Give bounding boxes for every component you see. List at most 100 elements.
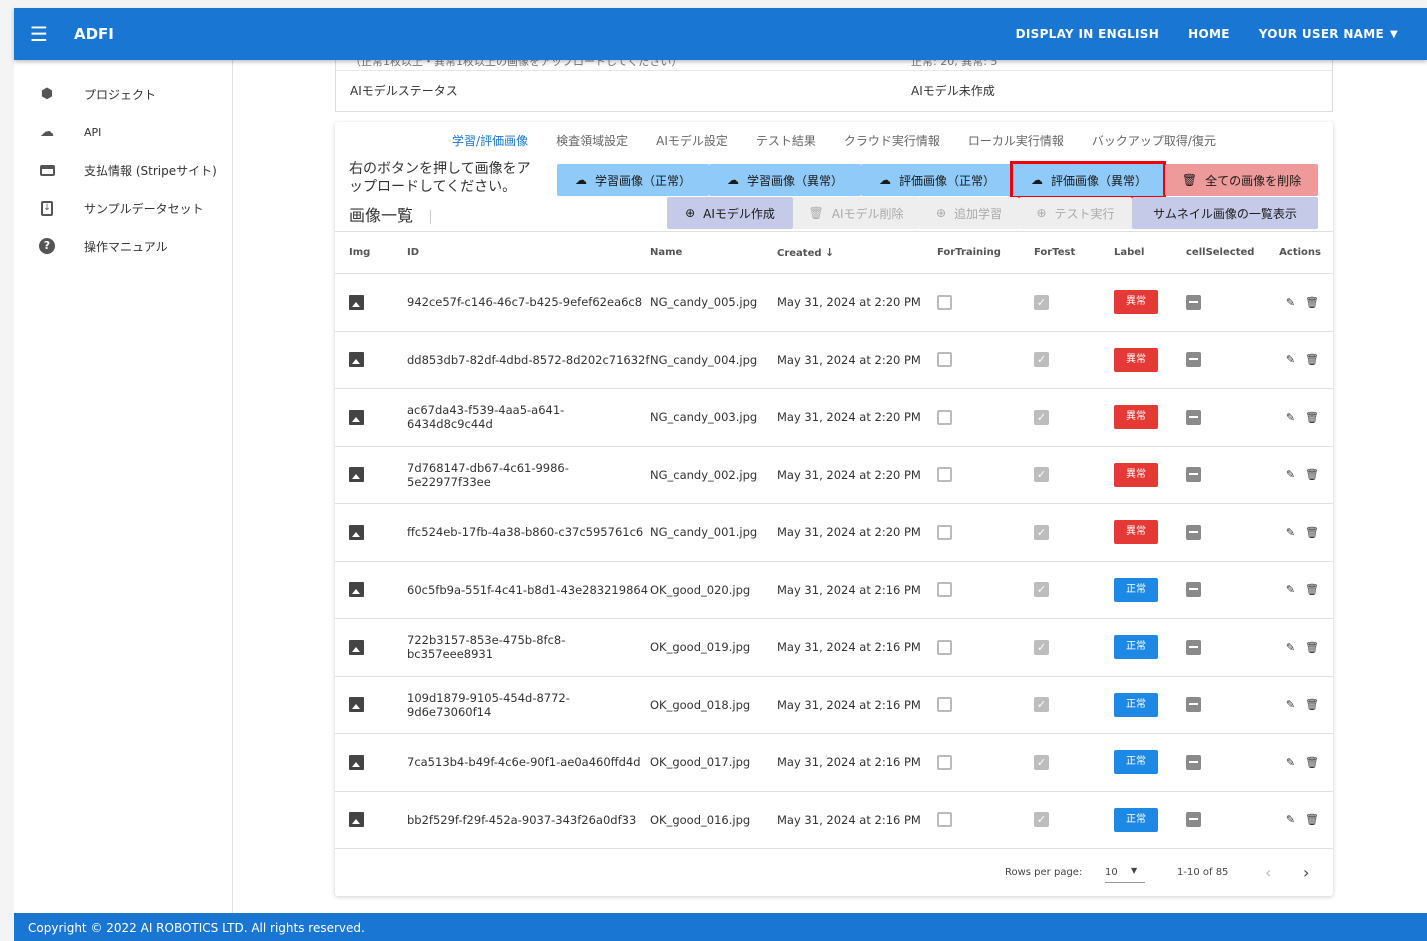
image-icon[interactable] [349, 639, 364, 655]
app-title[interactable]: ADFI [74, 25, 114, 43]
edit-icon[interactable]: ✎ [1286, 583, 1295, 596]
image-icon[interactable] [349, 524, 364, 540]
user-menu[interactable]: YOUR USER NAME ▼ [1259, 27, 1398, 41]
delete-icon[interactable]: 🗑 [1305, 468, 1319, 481]
cell-selected-checkbox[interactable] [1186, 754, 1201, 770]
tab-inspection-area[interactable]: 検査領域設定 [556, 132, 628, 149]
for-test-checkbox[interactable]: ✓ [1034, 524, 1049, 540]
cell-selected-checkbox[interactable] [1186, 467, 1201, 483]
for-training-checkbox[interactable] [937, 294, 952, 310]
tab-training-eval-images[interactable]: 学習/評価画像 [452, 132, 528, 149]
sidebar-item-project[interactable]: ⬢ プロジェクト [14, 75, 232, 113]
upload-eval-normal-button[interactable]: ☁ 評価画像（正常） [861, 164, 1013, 196]
for-training-checkbox[interactable] [937, 582, 952, 598]
table-row[interactable]: 7d768147-db67-4c61-9986-5e22977f33ee NG_c… [335, 446, 1333, 504]
display-english-link[interactable]: DISPLAY IN ENGLISH [1016, 27, 1160, 41]
tab-cloud-execution[interactable]: クラウド実行情報 [844, 132, 940, 149]
for-test-checkbox[interactable]: ✓ [1034, 352, 1049, 368]
sidebar-item-sample-dataset[interactable]: ↓ サンプルデータセット [14, 189, 232, 227]
edit-icon[interactable]: ✎ [1286, 468, 1295, 481]
table-row[interactable]: 109d1879-9105-454d-8772-9d6e73060f14 OK_g… [335, 676, 1333, 734]
tab-test-results[interactable]: テスト結果 [756, 132, 816, 149]
cell-selected-checkbox[interactable] [1186, 582, 1201, 598]
delete-icon[interactable]: 🗑 [1305, 756, 1319, 769]
col-for-test[interactable]: ForTest [1034, 231, 1114, 274]
for-training-checkbox[interactable] [937, 697, 952, 713]
for-training-checkbox[interactable] [937, 524, 952, 540]
delete-icon[interactable]: 🗑 [1305, 526, 1319, 539]
cell-selected-checkbox[interactable] [1186, 409, 1201, 425]
cell-selected-checkbox[interactable] [1186, 294, 1201, 310]
for-training-checkbox[interactable] [937, 639, 952, 655]
image-icon[interactable] [349, 352, 364, 368]
for-training-checkbox[interactable] [937, 409, 952, 425]
table-row[interactable]: 722b3157-853e-475b-8fc8-bc357eee8931 OK_g… [335, 618, 1333, 677]
edit-icon[interactable]: ✎ [1286, 756, 1295, 769]
col-label[interactable]: Label [1114, 231, 1186, 274]
for-test-checkbox[interactable]: ✓ [1034, 697, 1049, 713]
col-name[interactable]: Name [650, 231, 777, 274]
image-icon[interactable] [349, 409, 364, 425]
cell-selected-checkbox[interactable] [1186, 812, 1201, 828]
image-icon[interactable] [349, 294, 364, 310]
upload-train-normal-button[interactable]: ☁ 学習画像（正常） [557, 164, 709, 196]
edit-icon[interactable]: ✎ [1286, 526, 1295, 539]
cell-selected-checkbox[interactable] [1186, 697, 1201, 713]
edit-icon[interactable]: ✎ [1286, 698, 1295, 711]
create-ai-model-button[interactable]: ⊕ AIモデル作成 [667, 197, 793, 229]
for-training-checkbox[interactable] [937, 754, 952, 770]
edit-icon[interactable]: ✎ [1286, 411, 1295, 424]
sidebar-item-payment[interactable]: 支払情報 (Stripeサイト) [14, 151, 232, 189]
sidebar-item-manual[interactable]: ? 操作マニュアル [14, 227, 232, 265]
thumbnail-list-button[interactable]: サムネイル画像の一覧表示 [1132, 197, 1318, 229]
delete-icon[interactable]: 🗑 [1305, 411, 1319, 424]
for-training-checkbox[interactable] [937, 467, 952, 483]
image-icon[interactable] [349, 754, 364, 770]
for-test-checkbox[interactable]: ✓ [1034, 582, 1049, 598]
col-cell-selected[interactable]: cellSelected [1186, 231, 1271, 274]
home-link[interactable]: HOME [1188, 27, 1230, 41]
edit-icon[interactable]: ✎ [1286, 641, 1295, 654]
for-training-checkbox[interactable] [937, 812, 952, 828]
for-test-checkbox[interactable]: ✓ [1034, 812, 1049, 828]
image-icon[interactable] [349, 467, 364, 483]
table-row[interactable]: 942ce57f-c146-46c7-b425-9efef62ea6c8 NG_c… [335, 273, 1333, 332]
edit-icon[interactable]: ✎ [1286, 353, 1295, 366]
table-row[interactable]: dd853db7-82df-4dbd-8572-8d202c71632f NG_c… [335, 331, 1333, 389]
for-test-checkbox[interactable]: ✓ [1034, 639, 1049, 655]
col-id[interactable]: ID [395, 231, 650, 274]
delete-icon[interactable]: 🗑 [1305, 296, 1319, 309]
delete-icon[interactable]: 🗑 [1305, 353, 1319, 366]
delete-icon[interactable]: 🗑 [1305, 698, 1319, 711]
table-row[interactable]: 7ca513b4-b49f-4c6e-90f1-ae0a460ffd4d OK_g… [335, 733, 1333, 792]
edit-icon[interactable]: ✎ [1286, 813, 1295, 826]
cell-selected-checkbox[interactable] [1186, 352, 1201, 368]
col-created[interactable]: Created ↓ [777, 231, 937, 274]
image-icon[interactable] [349, 812, 364, 828]
cell-selected-checkbox[interactable] [1186, 524, 1201, 540]
tab-ai-model-settings[interactable]: AIモデル設定 [656, 132, 728, 149]
delete-all-images-button[interactable]: 🗑 全ての画像を削除 [1165, 164, 1318, 196]
for-test-checkbox[interactable]: ✓ [1034, 467, 1049, 483]
delete-icon[interactable]: 🗑 [1305, 641, 1319, 654]
table-row[interactable]: ffc524eb-17fb-4a38-b860-c37c595761c6 NG_c… [335, 503, 1333, 562]
run-test-button[interactable]: ⊕ テスト実行 [1019, 197, 1132, 229]
delete-icon[interactable]: 🗑 [1305, 583, 1319, 596]
table-row[interactable]: bb2f529f-f29f-452a-9037-343f26a0df33 OK_g… [335, 791, 1333, 849]
for-test-checkbox[interactable]: ✓ [1034, 754, 1049, 770]
sidebar-item-api[interactable]: ☁ API [14, 113, 232, 151]
tab-local-execution[interactable]: ローカル実行情報 [968, 132, 1064, 149]
for-test-checkbox[interactable]: ✓ [1034, 294, 1049, 310]
image-icon[interactable] [349, 697, 364, 713]
additional-training-button[interactable]: ⊕ 追加学習 [919, 197, 1019, 229]
image-icon[interactable] [349, 582, 364, 598]
hamburger-menu-icon[interactable]: ☰ [14, 22, 64, 46]
delete-ai-model-button[interactable]: 🗑 AIモデル削除 [793, 197, 919, 229]
previous-page-icon[interactable]: ‹ [1265, 863, 1271, 882]
upload-train-abnormal-button[interactable]: ☁ 学習画像（異常） [709, 164, 861, 196]
for-training-checkbox[interactable] [937, 352, 952, 368]
col-for-training[interactable]: ForTraining [937, 231, 1034, 274]
table-row[interactable]: 60c5fb9a-551f-4c41-b8d1-43e283219864 OK_g… [335, 561, 1333, 619]
table-row[interactable]: ac67da43-f539-4aa5-a641-6434d8c9c44d NG_c… [335, 388, 1333, 447]
next-page-icon[interactable]: › [1303, 863, 1309, 882]
